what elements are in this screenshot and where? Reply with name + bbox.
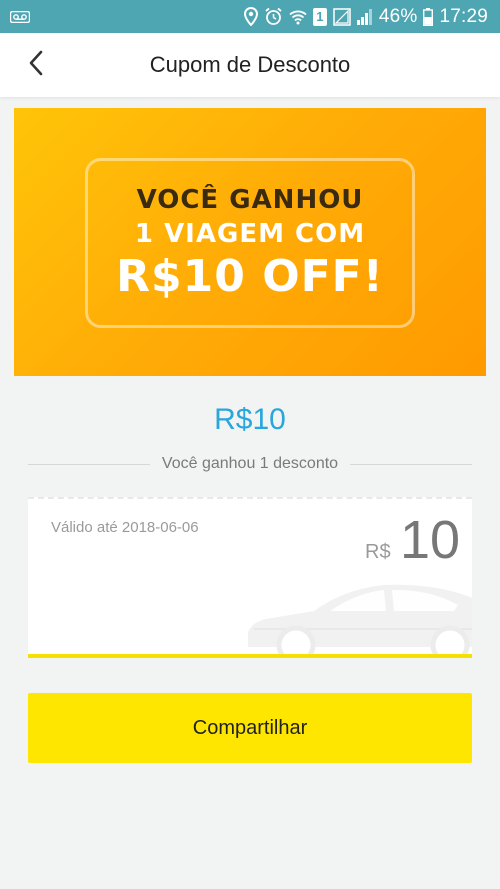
divider-line-left xyxy=(28,463,150,465)
app-bar: Cupom de Desconto xyxy=(0,33,500,97)
divider-line-right xyxy=(350,463,472,465)
coupon-currency: R$ xyxy=(365,541,391,563)
sim-icon: 1 xyxy=(312,7,327,26)
banner-line-2: 1 VIAGEM COM xyxy=(134,219,366,249)
clock: 17:29 xyxy=(439,5,488,27)
back-button[interactable] xyxy=(18,45,54,85)
discount-amount: R$10 xyxy=(214,403,286,436)
battery-percent: 46% xyxy=(378,5,418,27)
status-bar: 1 46% 17:29 xyxy=(0,0,500,33)
battery-icon xyxy=(423,7,434,26)
discount-count-text: Você ganhou 1 desconto xyxy=(161,455,339,472)
alarm-icon xyxy=(264,7,283,26)
discount-divider: Você ganhou 1 desconto xyxy=(28,452,472,476)
location-icon xyxy=(243,7,258,26)
promo-banner: VOCÊ GANHOU 1 VIAGEM COM R$10 OFF! xyxy=(14,108,486,376)
coupon-value: 10 xyxy=(400,510,461,570)
coupon-card[interactable]: Válido até 2018-06-06 R$ 10 xyxy=(28,497,472,658)
signal-icon xyxy=(356,8,373,25)
banner-line-1: VOCÊ GANHOU xyxy=(136,185,364,215)
banner-frame: VOCÊ GANHOU 1 VIAGEM COM R$10 OFF! xyxy=(85,158,415,328)
coupon-validity: Válido até 2018-06-06 xyxy=(51,519,199,536)
chevron-left-icon xyxy=(28,50,44,81)
signal-outline-icon xyxy=(333,7,351,26)
share-button[interactable]: Compartilhar xyxy=(28,693,472,763)
voicemail-icon xyxy=(10,10,30,23)
car-icon xyxy=(248,584,472,654)
wifi-icon xyxy=(289,9,307,25)
banner-line-3: R$10 OFF! xyxy=(116,251,384,302)
page-title: Cupom de Desconto xyxy=(149,52,351,77)
share-button-label: Compartilhar xyxy=(192,716,308,739)
